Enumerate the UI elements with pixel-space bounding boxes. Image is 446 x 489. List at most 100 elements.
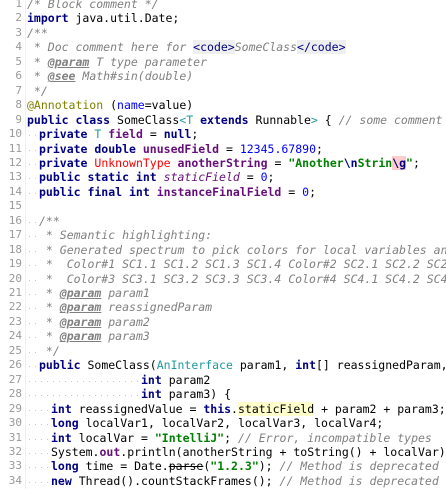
code-token: field <box>108 127 143 142</box>
line-number: 17 <box>8 228 22 242</box>
line-number: 8 <box>15 98 22 112</box>
code-line[interactable]: * Color#1 SC1.1 SC1.2 SC1.3 SC1.4 Color#… <box>27 257 446 271</box>
code-line[interactable]: * Color#3 SC3.1 SC3.2 SC3.3 SC3.4 Color#… <box>27 272 446 286</box>
code-line[interactable]: * Generated spectrum to pick colors for … <box>27 243 446 257</box>
gutter-divider <box>25 0 26 489</box>
code-token: param3 <box>101 329 150 344</box>
code-token: @param <box>59 314 102 329</box>
code-token: = <box>267 155 289 170</box>
line-number: 7 <box>15 83 22 97</box>
code-line[interactable]: * @param param3 <box>27 329 150 343</box>
code-line[interactable]: * @see Math#sin(double) <box>27 69 193 83</box>
code-line[interactable]: int param3) { <box>27 387 231 401</box>
code-token: localVar = <box>71 430 155 445</box>
code-token: // Method is deprecated <box>279 473 439 488</box>
code-token: private double <box>39 141 136 156</box>
code-token: () + localVar); <box>348 444 446 459</box>
code-token: Thread(). <box>71 473 142 488</box>
line-number: 6 <box>15 69 22 83</box>
code-token: long <box>51 416 79 431</box>
code-token: " <box>406 155 413 170</box>
code-token: * Generated spectrum to pick colors for … <box>45 242 446 257</box>
line-number: 12 <box>8 155 22 169</box>
code-token: time = Date. <box>78 459 169 474</box>
indent-whitespace <box>27 286 39 300</box>
line-number: 22 <box>8 300 22 314</box>
code-line[interactable]: * Doc comment here for <code>SomeClass</… <box>27 40 346 55</box>
code-line[interactable]: int localVar = "IntelliJ"; // Error, inc… <box>27 431 432 445</box>
code-line[interactable]: * @param reassignedParam <box>27 300 212 314</box>
line-number: 13 <box>8 170 22 184</box>
code-line[interactable]: /** <box>27 26 48 40</box>
code-line[interactable]: long localVar1, localVar2, localVar3, lo… <box>27 416 383 430</box>
code-token: // Method is deprecated <box>279 459 439 474</box>
line-number: 25 <box>8 343 22 357</box>
code-token: * Color#3 SC3.1 SC3.2 SC3.3 SC3.4 Color#… <box>45 271 446 286</box>
code-token: \g <box>392 155 407 170</box>
code-line[interactable]: new Thread().countStackFrames(); // Meth… <box>27 474 439 488</box>
code-line[interactable]: private double unusedField = 12345.67890… <box>27 142 323 156</box>
line-number: 18 <box>8 242 22 256</box>
code-token: ); <box>258 459 280 474</box>
indent-whitespace <box>27 373 141 387</box>
code-line[interactable]: import java.util.Date; <box>27 11 179 25</box>
code-token: = <box>239 170 261 185</box>
code-token: "Another <box>288 155 344 170</box>
code-token: @Annotation <box>27 98 104 113</box>
code-line[interactable]: public class SomeClass<T extends Runnabl… <box>27 113 442 127</box>
code-line[interactable]: public final int instanceFinalField = 0; <box>27 185 316 199</box>
indent-whitespace <box>27 344 39 358</box>
code-line[interactable]: * @param param1 <box>27 286 150 300</box>
code-line[interactable]: /* Block comment */ <box>27 0 159 11</box>
code-token: Runnable <box>248 112 311 127</box>
code-token: 12345.67890 <box>239 141 316 156</box>
code-token: ( <box>103 98 118 113</box>
line-number: 28 <box>8 387 22 401</box>
code-line[interactable]: int reassignedValue = this.staticField +… <box>27 401 446 416</box>
code-line[interactable]: * @param T type parameter <box>27 55 207 69</box>
indent-whitespace <box>27 315 39 329</box>
code-token: println <box>127 444 176 459</box>
code-line[interactable]: @Annotation (name=value) <box>27 98 193 112</box>
code-token: Strin <box>357 155 393 170</box>
code-line[interactable]: private T field = null; <box>27 127 198 141</box>
code-editor[interactable]: 1 2 3 4 5 6 7 8 9 10 11 12 13 14 15 16 17 18 19 20 21 22 23 24 2… <box>0 0 446 489</box>
line-number: 30 <box>8 416 22 430</box>
indent-whitespace <box>27 431 51 445</box>
code-token: this <box>203 401 232 416</box>
code-line[interactable]: public SomeClass(AnInterface param1, int… <box>27 358 446 372</box>
code-token: { <box>317 112 339 127</box>
line-number-gutter: 1 2 3 4 5 6 7 8 9 10 11 12 13 14 15 16 17 18 19 20 21 22 23 24 2… <box>0 0 24 489</box>
code-token: </code> <box>297 40 346 55</box>
code-token: * Semantic highlighting: <box>39 228 213 243</box>
code-line[interactable]: * @param param2 <box>27 315 150 329</box>
code-line[interactable]: public static int staticField = 0; <box>27 170 274 184</box>
line-number: 16 <box>8 213 22 227</box>
code-token: =value) <box>144 98 194 113</box>
code-token: int <box>295 358 316 373</box>
code-line[interactable]: int param2 <box>27 373 210 387</box>
code-token: System. <box>51 444 100 459</box>
code-line[interactable]: */ <box>27 344 60 358</box>
code-line[interactable]: long time = Date.parse("1.2.3"); // Meth… <box>27 459 439 473</box>
code-token: \n <box>343 155 358 170</box>
code-token: * <box>39 286 60 300</box>
code-token: * <box>39 329 60 344</box>
code-token: name <box>117 98 145 113</box>
code-token: toString <box>293 444 349 459</box>
indent-whitespace <box>27 185 39 199</box>
code-line[interactable]: */ <box>27 84 48 98</box>
code-line[interactable]: System.out.println(anotherString + toStr… <box>27 445 446 459</box>
code-token: java.util.Date; <box>68 11 180 26</box>
code-area[interactable]: /* Block comment */import java.util.Date… <box>27 0 446 489</box>
code-token: public static int <box>39 170 157 185</box>
code-line[interactable]: * Semantic highlighting: <box>27 228 212 242</box>
code-line[interactable]: /** <box>27 214 60 228</box>
code-line[interactable]: private UnknownType anotherString = "Ano… <box>27 155 420 170</box>
line-number: 27 <box>8 372 22 386</box>
code-token: */ <box>27 83 48 98</box>
line-number: 14 <box>8 184 22 198</box>
code-token: (); <box>251 473 280 488</box>
